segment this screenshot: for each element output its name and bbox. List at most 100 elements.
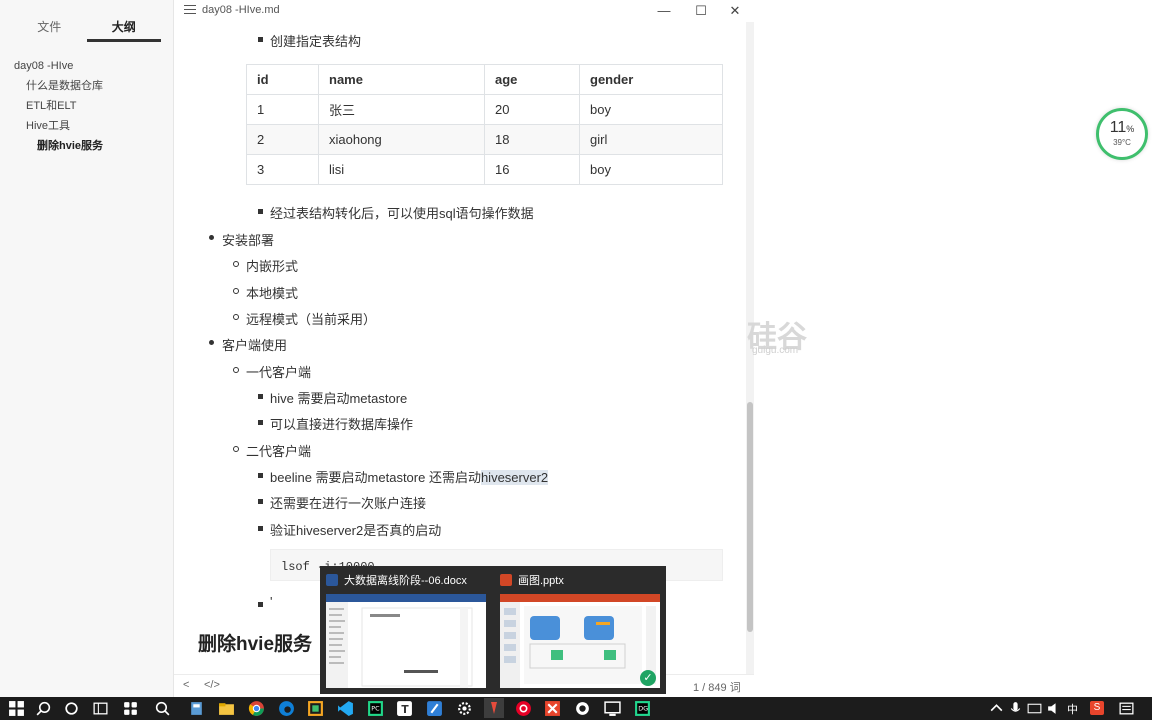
dot-bullet-icon xyxy=(209,340,214,345)
task-view-icon[interactable] xyxy=(92,700,109,717)
tab-outline[interactable]: 大纲 xyxy=(86,0,161,42)
ring-bullet-icon xyxy=(233,367,239,373)
powerpoint-icon xyxy=(500,574,512,586)
slide-thumbnail-icon xyxy=(500,594,660,688)
data-table: id name age gender 1 张三 20 boy 2 xiaohon… xyxy=(246,64,723,185)
magnifier-app-icon[interactable] xyxy=(154,700,171,717)
dot-bullet-icon xyxy=(209,235,214,240)
app-icon-blocks[interactable] xyxy=(122,700,139,717)
hamburger-menu-icon[interactable] xyxy=(184,5,196,17)
list-item-account-connect: 还需要在进行一次账户连接 xyxy=(270,496,427,511)
volume-icon[interactable] xyxy=(1046,700,1063,717)
notification-center-icon[interactable] xyxy=(1118,700,1135,717)
search-icon[interactable] xyxy=(35,700,52,717)
preview-title: 大数据离线阶段--06.docx xyxy=(326,572,467,588)
preview-item-docx[interactable]: 大数据离线阶段--06.docx xyxy=(320,566,490,694)
table-cell: lisi xyxy=(318,154,485,185)
calculator-icon[interactable] xyxy=(188,700,205,717)
windows-start-icon[interactable] xyxy=(8,700,25,717)
preview-item-pptx[interactable]: 画图.pptx ✓ xyxy=(494,566,664,694)
list-item-partial: ' xyxy=(270,594,273,609)
vscode-icon[interactable] xyxy=(337,700,354,717)
svg-text:T: T xyxy=(401,703,409,716)
table-cell: 2 xyxy=(246,124,319,155)
settings-gear-icon[interactable] xyxy=(456,700,473,717)
svg-text:DG: DG xyxy=(638,705,648,713)
netease-music-icon[interactable] xyxy=(515,700,532,717)
file-explorer-icon[interactable] xyxy=(218,700,235,717)
microphone-icon[interactable] xyxy=(1007,700,1024,717)
gauge-unit: % xyxy=(1126,124,1135,134)
square-bullet-icon xyxy=(258,394,263,399)
tab-files[interactable]: 文件 xyxy=(12,0,87,42)
ring-bullet-icon xyxy=(233,446,239,452)
list-item-create-table: 创建指定表结构 xyxy=(270,34,362,49)
minimize-button[interactable]: — xyxy=(649,1,679,21)
typora-icon[interactable]: T xyxy=(396,700,413,717)
sogou-ime-icon[interactable]: S xyxy=(1090,701,1104,715)
selected-text-hiveserver2: hiveserver2 xyxy=(480,470,549,485)
outline-item-etl-elt[interactable]: ETL和ELT xyxy=(0,96,173,116)
table-header-cell: id xyxy=(246,64,319,95)
windows-taskbar: PC T DG 中 S xyxy=(0,697,1152,720)
datagrip-icon[interactable]: DG xyxy=(634,700,651,717)
xmind-icon[interactable] xyxy=(544,700,561,717)
checkmark-icon: ✓ xyxy=(640,670,656,686)
table-cell: girl xyxy=(579,124,723,155)
word-count[interactable]: 1 / 849 词 xyxy=(693,679,741,695)
title-bar: day08 -HIve.md — ☐ ✕ xyxy=(174,0,754,22)
network-icon[interactable] xyxy=(1026,700,1043,717)
table-cell: 1 xyxy=(246,94,319,125)
source-code-mode-icon[interactable]: </> xyxy=(204,679,220,691)
table-cell: xiaohong xyxy=(318,124,485,155)
taskbar-preview-popup: 大数据离线阶段--06.docx 画图.pptx ✓ xyxy=(320,566,666,694)
outline-item-delete-hive-service[interactable]: 删除hvie服务 xyxy=(0,136,173,156)
section-heading: 删除hvie服务 xyxy=(198,634,313,655)
monitor-app-icon[interactable] xyxy=(604,700,621,717)
square-bullet-icon xyxy=(258,209,263,214)
table-row: 3 lisi 16 boy xyxy=(246,154,723,185)
pycharm-icon[interactable]: PC xyxy=(367,700,384,717)
preview-title-text: 画图.pptx xyxy=(518,575,564,587)
app-icon-orange[interactable] xyxy=(307,700,324,717)
document-title: day08 -HIve.md xyxy=(202,4,280,16)
ring-bullet-icon xyxy=(233,314,239,320)
square-bullet-icon xyxy=(258,499,263,504)
outline-item-data-warehouse[interactable]: 什么是数据仓库 xyxy=(0,76,173,96)
table-row: 1 张三 20 boy xyxy=(246,94,723,125)
cortana-icon[interactable] xyxy=(63,700,80,717)
document-thumbnail-icon xyxy=(326,594,486,688)
list-item-beeline: beeline 需要启动metastore 还需启动hiveserver2 xyxy=(270,467,549,486)
maximize-button[interactable]: ☐ xyxy=(686,1,716,21)
app-icon-blue[interactable] xyxy=(426,700,443,717)
chevron-up-icon[interactable] xyxy=(988,700,1005,717)
outline-item-day08[interactable]: day08 -HIve xyxy=(0,56,173,76)
square-bullet-icon xyxy=(258,420,263,425)
cpu-gauge-widget[interactable]: 11% 39°C xyxy=(1096,108,1148,160)
table-cell: 张三 xyxy=(318,94,485,125)
ring-bullet-icon xyxy=(233,261,239,267)
chat-app-icon[interactable] xyxy=(574,700,591,717)
preview-thumbnail xyxy=(500,594,660,688)
preview-title-text: 大数据离线阶段--06.docx xyxy=(344,575,467,587)
close-button[interactable]: ✕ xyxy=(720,1,750,21)
beeline-text: beeline 需要启动metastore 还需启动 xyxy=(270,470,481,485)
square-bullet-icon xyxy=(258,37,263,42)
table-cell: boy xyxy=(579,94,723,125)
list-item-install-deploy: 安装部署 xyxy=(222,233,275,248)
table-cell: 3 xyxy=(246,154,319,185)
table-header-cell: gender xyxy=(579,64,723,95)
gauge-temperature: 39°C xyxy=(1113,138,1131,147)
outline-item-hive-tool[interactable]: Hive工具 xyxy=(0,116,173,136)
table-cell: 20 xyxy=(484,94,580,125)
edge-icon[interactable] xyxy=(278,700,295,717)
input-language-indicator[interactable]: 中 xyxy=(1067,701,1078,717)
chrome-icon[interactable] xyxy=(248,700,265,717)
scrollbar-thumb[interactable] xyxy=(747,402,753,632)
toggle-sidebar-icon[interactable]: < xyxy=(183,679,189,691)
list-item-embedded: 内嵌形式 xyxy=(246,259,299,274)
list-item-client-usage: 客户端使用 xyxy=(222,338,288,353)
sidebar-tabs: 文件 大纲 xyxy=(0,0,173,42)
gauge-percent: 11% xyxy=(1099,119,1145,137)
active-app-icon[interactable] xyxy=(484,698,504,718)
